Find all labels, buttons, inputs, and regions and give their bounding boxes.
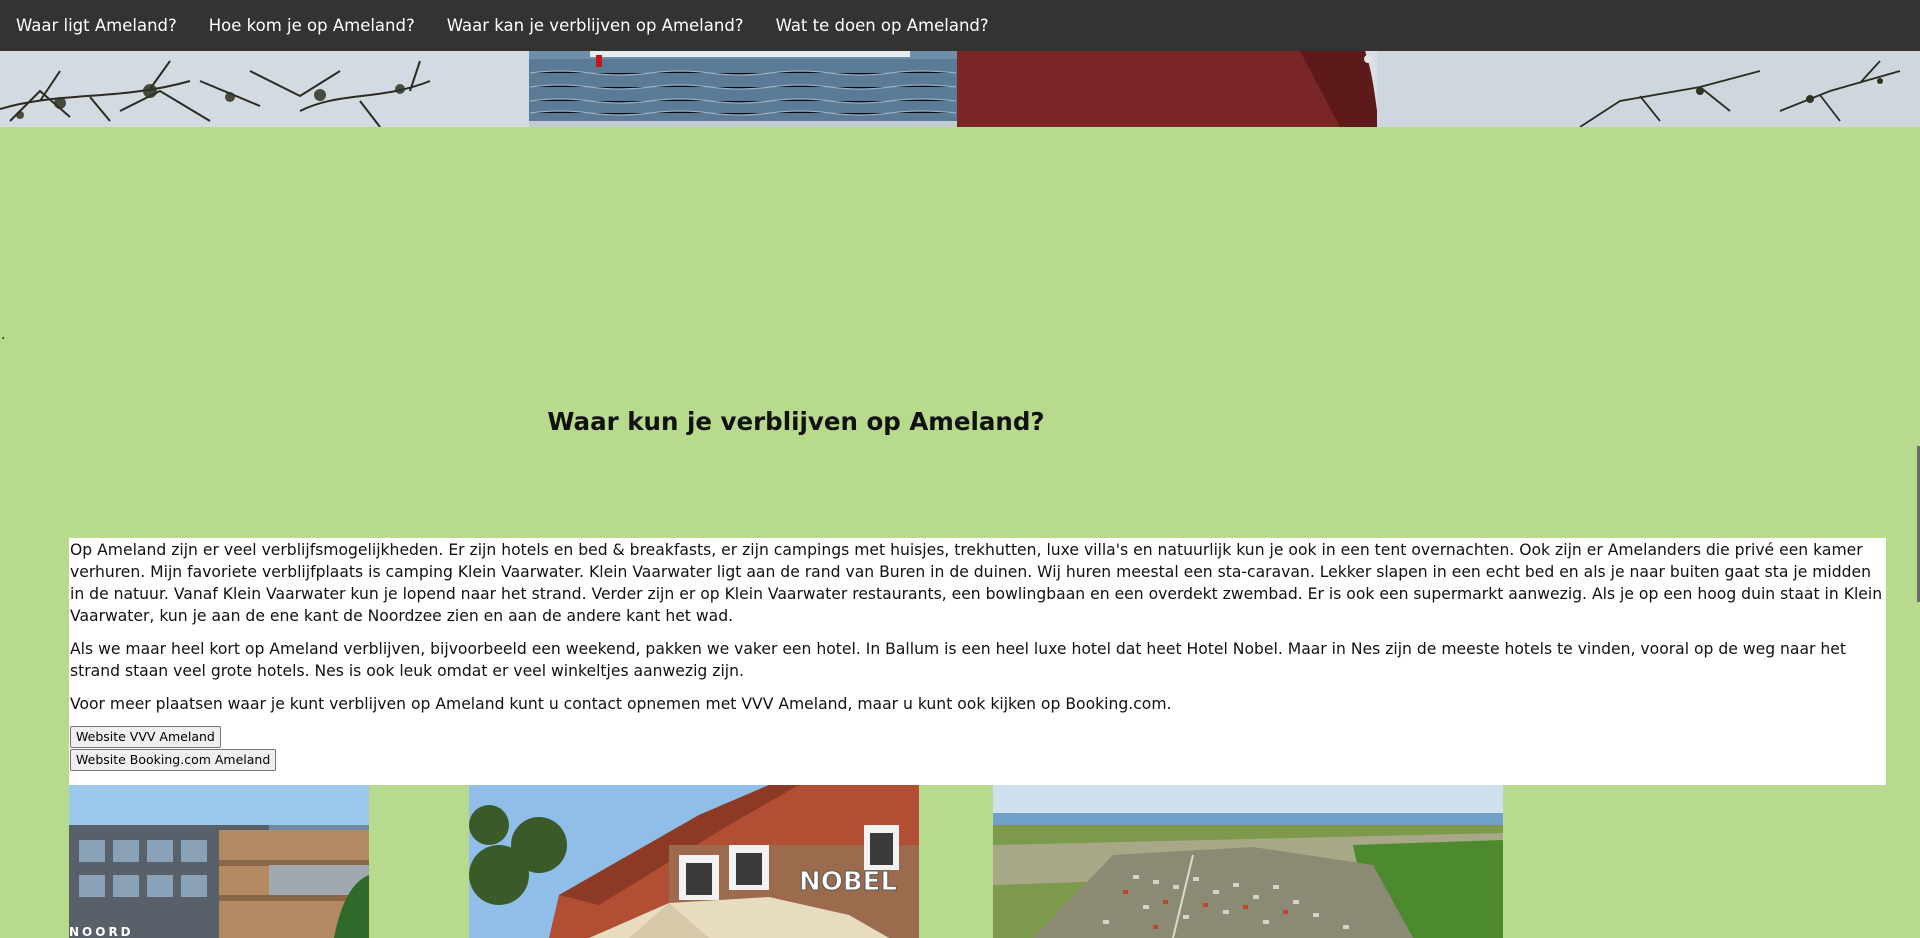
nav-link-verblijven[interactable]: Waar kan je verblijven op Ameland? <box>431 0 760 51</box>
paragraph-hotels: Als we maar heel kort op Ameland verblij… <box>70 640 1847 680</box>
section-title: Waar kun je verblijven op Ameland? <box>547 407 1045 436</box>
paragraph-contact: Voor meer plaatsen waar je kunt verblijv… <box>70 695 1172 713</box>
banner-collage-image <box>0 51 1920 127</box>
nav-link-wat-te-doen[interactable]: Wat te doen op Ameland? <box>760 0 1005 51</box>
hotel-sign-text: NOORD <box>69 925 134 938</box>
hotel-nobel-sign-text: NOBEL <box>799 867 897 897</box>
header-banner <box>0 51 1920 127</box>
nav-link-hoe-kom-je[interactable]: Hoe kom je op Ameland? <box>193 0 431 51</box>
booking-website-button[interactable]: Website Booking.com Ameland <box>70 749 277 771</box>
nav-link-waar-ligt[interactable]: Waar ligt Ameland? <box>0 0 193 51</box>
top-navigation: Waar ligt Ameland? Hoe kom je op Ameland… <box>0 0 1920 51</box>
stray-dot: . <box>1 327 6 343</box>
content-box: Op Ameland zijn er veel verblijfsmogelij… <box>69 538 1886 785</box>
hotel-nobel-photo: NOBEL <box>469 785 919 938</box>
paragraph-intro: Op Ameland zijn er veel verblijfsmogelij… <box>70 541 1883 625</box>
vvv-website-button[interactable]: Website VVV Ameland <box>70 726 221 748</box>
camping-aerial-photo <box>993 785 1503 938</box>
hotel-photo: NOORD <box>69 785 369 938</box>
